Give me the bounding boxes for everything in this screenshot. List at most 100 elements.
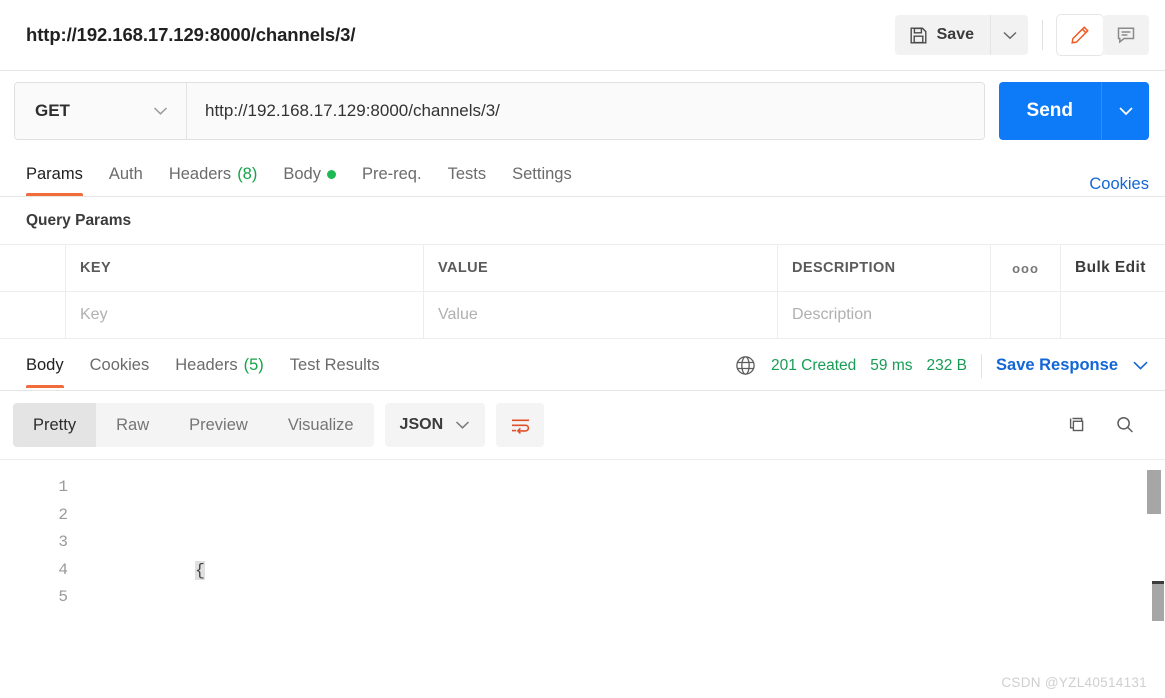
save-button[interactable]: Save	[894, 15, 990, 55]
response-tab-test-results[interactable]: Test Results	[277, 344, 393, 388]
tab-params-label: Params	[26, 164, 83, 183]
url-input[interactable]: http://192.168.17.129:8000/channels/3/	[187, 83, 984, 139]
code-content[interactable]: { "id": 3, "name": "体育", "url": "/sport/…	[86, 460, 1165, 655]
column-header-key: KEY	[66, 245, 424, 291]
copy-icon[interactable]	[1065, 413, 1089, 437]
floppy-disk-icon	[909, 26, 928, 45]
column-header-description: DESCRIPTION	[778, 245, 991, 291]
param-value-input[interactable]: Value	[424, 292, 778, 338]
watermark: CSDN @YZL40514131	[1001, 675, 1147, 690]
tab-tests[interactable]: Tests	[435, 152, 500, 196]
response-view-mode-group: Pretty Raw Preview Visualize	[13, 403, 374, 447]
view-mode-raw[interactable]: Raw	[96, 403, 169, 447]
chevron-down-icon[interactable]	[1132, 360, 1149, 371]
table-header-row: KEY VALUE DESCRIPTION ooo Bulk Edit	[0, 245, 1165, 292]
http-method-select[interactable]: GET	[15, 83, 187, 139]
url-bar: GET http://192.168.17.129:8000/channels/…	[0, 71, 1165, 151]
line-number: 2	[58, 505, 68, 524]
response-time: 59 ms	[870, 356, 913, 374]
save-button-label: Save	[936, 26, 974, 43]
line-number: 1	[58, 478, 68, 496]
chevron-down-icon	[1118, 106, 1134, 116]
line-number-gutter: 1 2 3 4 5	[0, 460, 86, 655]
tab-pre-request-label: Pre-req.	[361, 164, 422, 183]
request-title: http://192.168.17.129:8000/channels/3/	[26, 24, 356, 45]
response-body-toolbar: Pretty Raw Preview Visualize JSON	[0, 391, 1165, 459]
word-wrap-icon	[509, 416, 532, 435]
code-line: {	[86, 529, 1165, 612]
tab-auth-label: Auth	[108, 164, 143, 183]
row-options-cell[interactable]	[991, 292, 1061, 338]
meta-divider	[981, 353, 983, 378]
tab-headers-count: (8)	[237, 164, 258, 183]
code-token: {	[195, 560, 205, 580]
pencil-icon	[1069, 24, 1091, 46]
cookies-link[interactable]: Cookies	[1089, 175, 1149, 196]
send-button-group: Send	[998, 82, 1149, 140]
column-header-value: VALUE	[424, 245, 778, 291]
tab-pre-request[interactable]: Pre-req.	[349, 152, 435, 196]
toolbar-divider	[1042, 20, 1043, 50]
row-checkbox[interactable]	[0, 292, 66, 338]
tab-tests-label: Tests	[447, 164, 487, 183]
response-tab-headers-count: (5)	[243, 356, 264, 374]
postman-window: http://192.168.17.129:8000/channels/3/ S…	[0, 0, 1165, 698]
response-tab-body-label: Body	[26, 356, 64, 374]
line-number: 3	[58, 533, 68, 551]
table-row: Key Value Description	[0, 292, 1165, 339]
page-scrollbar[interactable]	[1151, 0, 1165, 698]
line-number: 5	[58, 588, 68, 606]
send-options-button[interactable]	[1101, 82, 1149, 140]
view-mode-preview[interactable]: Preview	[169, 403, 268, 447]
view-mode-pretty[interactable]: Pretty	[13, 403, 97, 447]
body-modified-dot-icon	[326, 169, 336, 179]
row-extra-cell	[1061, 292, 1165, 338]
bulk-edit-label: Bulk Edit	[1075, 259, 1146, 276]
response-size: 232 B	[926, 356, 968, 374]
comment-icon	[1115, 24, 1137, 46]
comment-button[interactable]	[1103, 15, 1149, 55]
response-tabs: Body Cookies Headers (5) Test Results 20…	[0, 341, 1165, 391]
response-body-code[interactable]: 1 2 3 4 5 { "id": 3, "name": "体育", "url	[0, 459, 1165, 655]
response-tab-headers-label: Headers	[175, 356, 238, 374]
more-options-icon: ooo	[1012, 260, 1039, 276]
page-scrollbar-thumb[interactable]	[1152, 581, 1164, 621]
save-options-button[interactable]	[990, 15, 1028, 55]
tab-settings[interactable]: Settings	[499, 152, 585, 196]
tab-body-label: Body	[283, 164, 321, 183]
response-meta: 201 Created 59 ms 232 B Save Response	[734, 353, 1149, 378]
search-icon[interactable]	[1113, 413, 1137, 437]
view-mode-visualize[interactable]: Visualize	[268, 403, 374, 447]
globe-icon	[734, 354, 757, 377]
response-tab-body[interactable]: Body	[13, 344, 77, 388]
response-tab-test-results-label: Test Results	[289, 356, 380, 374]
tab-params[interactable]: Params	[13, 152, 96, 196]
param-key-input[interactable]: Key	[66, 292, 424, 338]
top-bar-actions: Save	[894, 15, 1149, 55]
request-tabs: Params Auth Headers (8) Body Pre-req. Te…	[0, 151, 1165, 197]
response-body-actions	[1065, 413, 1149, 437]
http-method-value: GET	[35, 101, 70, 120]
edit-request-button[interactable]	[1057, 15, 1103, 55]
chevron-down-icon	[1002, 31, 1017, 40]
response-tab-headers[interactable]: Headers (5)	[162, 344, 277, 388]
tab-body[interactable]: Body	[270, 152, 349, 196]
word-wrap-toggle[interactable]	[496, 403, 545, 447]
tab-headers-label: Headers	[168, 164, 232, 183]
chevron-down-icon	[153, 106, 168, 116]
tab-auth[interactable]: Auth	[96, 152, 156, 196]
code-editor[interactable]: 1 2 3 4 5 { "id": 3, "name": "体育", "url	[0, 460, 1165, 655]
tab-headers[interactable]: Headers (8)	[156, 152, 271, 196]
select-all-checkbox-cell[interactable]	[0, 245, 66, 291]
query-params-title: Query Params	[26, 212, 132, 229]
url-input-group: GET http://192.168.17.129:8000/channels/…	[14, 82, 985, 140]
send-button[interactable]: Send	[998, 82, 1101, 140]
response-content-type-select[interactable]: JSON	[384, 403, 486, 447]
param-description-input[interactable]: Description	[778, 292, 991, 338]
save-response-button[interactable]: Save Response	[996, 356, 1118, 375]
table-options-button[interactable]: ooo	[991, 245, 1061, 291]
response-tab-cookies[interactable]: Cookies	[77, 344, 163, 388]
top-bar: http://192.168.17.129:8000/channels/3/ S…	[0, 0, 1165, 71]
response-tab-cookies-label: Cookies	[89, 356, 150, 374]
bulk-edit-button[interactable]: Bulk Edit	[1061, 245, 1165, 291]
